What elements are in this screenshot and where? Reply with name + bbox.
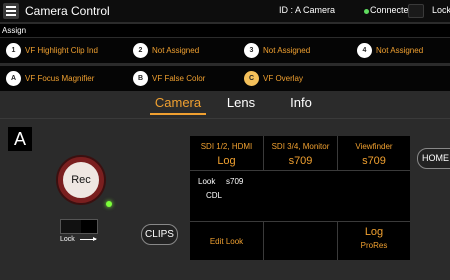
grid-divider bbox=[337, 136, 338, 170]
connection-status-icon bbox=[364, 9, 369, 14]
assign-button-2[interactable]: 2 Not Assigned bbox=[133, 41, 199, 60]
look-sub: CDL bbox=[206, 191, 223, 200]
assign-button-4[interactable]: 4 Not Assigned bbox=[357, 41, 423, 60]
record-format-secondary: ProRes bbox=[360, 241, 388, 250]
output-header: SDI 3/4, Monitor bbox=[271, 142, 330, 151]
title-bar: Camera Control ID : A Camera Connected L… bbox=[0, 0, 450, 22]
clips-button[interactable]: CLIPS bbox=[141, 224, 178, 245]
assign-number-icon: 4 bbox=[357, 43, 372, 58]
record-format-primary: Log bbox=[364, 226, 384, 238]
edit-look-button[interactable]: Edit Look bbox=[190, 222, 263, 260]
assign-button-label: VF False Color bbox=[152, 74, 206, 83]
assign-letter-icon: A bbox=[6, 71, 21, 86]
grid-divider bbox=[337, 222, 338, 260]
tab-divider bbox=[0, 118, 450, 119]
assign-button-label: Not Assigned bbox=[152, 46, 200, 55]
tab-lens[interactable]: Lens bbox=[216, 93, 266, 115]
camera-id: ID : A Camera bbox=[279, 5, 336, 15]
assign-row-numbered: 1 VF Highlight Clip Ind 2 Not Assigned 3… bbox=[0, 38, 450, 63]
tab-info[interactable]: Info bbox=[276, 93, 326, 115]
lock-switch[interactable] bbox=[60, 219, 98, 234]
lock-arrow-icon bbox=[80, 237, 97, 241]
menu-icon[interactable] bbox=[3, 3, 19, 19]
output-sdi12-cell[interactable]: SDI 1/2, HDMI Log bbox=[190, 136, 263, 170]
output-header: Viewfinder bbox=[355, 142, 393, 151]
assign-number-icon: 1 bbox=[6, 43, 21, 58]
grid-divider bbox=[190, 221, 410, 222]
home-button[interactable]: HOME bbox=[417, 148, 450, 169]
lock-toggle[interactable] bbox=[408, 4, 424, 18]
assign-number-icon: 3 bbox=[244, 43, 259, 58]
assign-letter-icon: B bbox=[133, 71, 148, 86]
look-value: s709 bbox=[226, 177, 244, 186]
record-format-cell[interactable]: Log ProRes bbox=[338, 222, 410, 260]
assign-button-3[interactable]: 3 Not Assigned bbox=[244, 41, 310, 60]
assign-button-label: Not Assigned bbox=[376, 46, 424, 55]
camera-letter: A bbox=[8, 127, 32, 151]
assign-button-b[interactable]: B VF False Color bbox=[133, 69, 205, 88]
output-sdi34-cell[interactable]: SDI 3/4, Monitor s709 bbox=[264, 136, 337, 170]
app-title: Camera Control bbox=[25, 4, 110, 18]
assign-button-label: VF Highlight Clip Ind bbox=[25, 46, 98, 55]
tally-indicator-icon bbox=[106, 201, 112, 207]
lock-toggle-label: Lock bbox=[432, 5, 450, 15]
assign-number-icon: 2 bbox=[133, 43, 148, 58]
assign-letter-icon: C bbox=[244, 71, 259, 86]
grid-divider bbox=[263, 222, 264, 260]
assign-button-label: Not Assigned bbox=[263, 46, 311, 55]
assign-row-lettered: A VF Focus Magnifier B VF False Color C … bbox=[0, 66, 450, 91]
tab-bar: Camera Lens Info bbox=[0, 93, 450, 115]
assign-button-c[interactable]: C VF Overlay bbox=[244, 69, 303, 88]
empty-cell bbox=[264, 222, 337, 260]
lock-switch-label: Lock bbox=[60, 236, 75, 243]
grid-divider bbox=[190, 170, 410, 171]
tab-camera[interactable]: Camera bbox=[150, 93, 206, 115]
assign-button-label: VF Focus Magnifier bbox=[25, 74, 95, 83]
rec-button[interactable]: Rec bbox=[58, 157, 104, 203]
assign-button-1[interactable]: 1 VF Highlight Clip Ind bbox=[6, 41, 98, 60]
assign-button-a[interactable]: A VF Focus Magnifier bbox=[6, 69, 94, 88]
assign-label: Assign bbox=[0, 24, 450, 37]
look-panel[interactable]: Look s709 CDL bbox=[190, 171, 410, 221]
output-value: s709 bbox=[362, 155, 386, 167]
connection-status: Connected bbox=[370, 5, 414, 15]
assign-button-label: VF Overlay bbox=[263, 74, 304, 83]
output-viewfinder-cell[interactable]: Viewfinder s709 bbox=[338, 136, 410, 170]
look-label: Look bbox=[198, 177, 216, 186]
output-panel: SDI 1/2, HDMI Log SDI 3/4, Monitor s709 … bbox=[190, 136, 410, 260]
edit-look-label: Edit Look bbox=[209, 236, 244, 246]
output-header: SDI 1/2, HDMI bbox=[200, 142, 253, 151]
grid-divider bbox=[263, 136, 264, 170]
output-value: Log bbox=[217, 155, 236, 167]
lock-switch-knob[interactable] bbox=[81, 220, 97, 233]
output-value: s709 bbox=[288, 155, 313, 167]
